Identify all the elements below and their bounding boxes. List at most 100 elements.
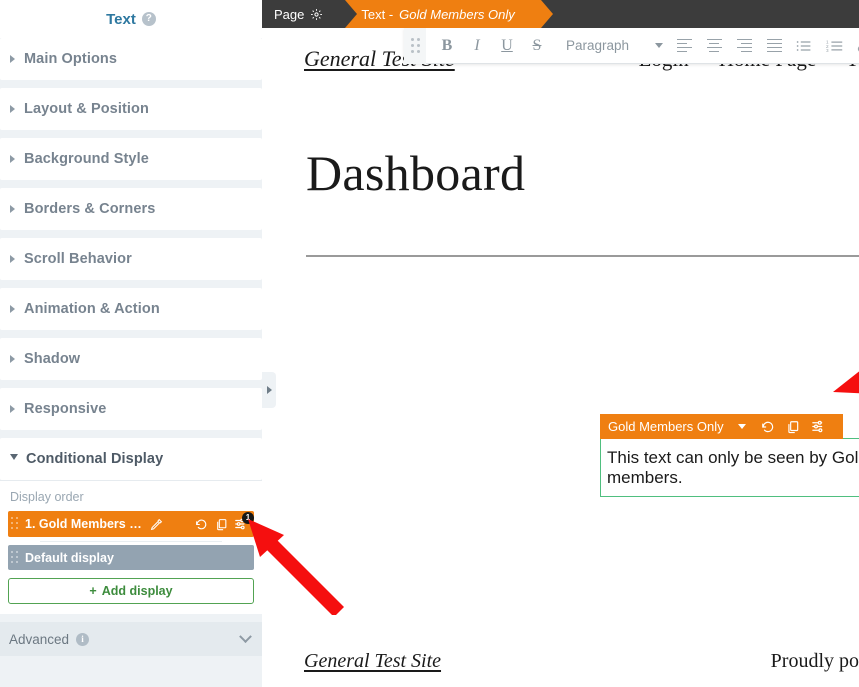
sidebar-item-background-style[interactable]: Background Style xyxy=(0,138,262,180)
sidebar-item-label: Advanced xyxy=(9,631,70,647)
plus-icon: + xyxy=(89,584,97,598)
divider xyxy=(0,480,262,481)
sidebar-item-shadow[interactable]: Shadow xyxy=(0,338,262,380)
chevron-right-icon xyxy=(10,55,15,63)
info-icon[interactable]: i xyxy=(76,632,90,646)
chevron-down-icon xyxy=(10,454,18,464)
link-button[interactable] xyxy=(849,31,859,61)
bullet-list-button[interactable] xyxy=(789,31,819,61)
paragraph-style-value: Paragraph xyxy=(566,38,630,53)
footer-credit: Proudly po xyxy=(770,649,859,672)
sidebar-item-animation-action[interactable]: Animation & Action xyxy=(0,288,262,330)
sidebar-sections: Main Options Layout & Position Backgroun… xyxy=(0,38,262,687)
status-badge: 1 xyxy=(242,512,254,524)
drag-handle-icon[interactable] xyxy=(11,517,20,531)
page-title: Text xyxy=(106,10,136,28)
svg-text:3: 3 xyxy=(826,47,829,52)
sidebar-item-label: Conditional Display xyxy=(26,451,164,467)
block-content-text[interactable]: This text can only be seen by Gold membe… xyxy=(600,439,859,497)
pencil-icon[interactable] xyxy=(148,515,166,533)
page-preview: General Test Site Login Home Page T Dash… xyxy=(262,28,859,687)
sidebar-item-borders-corners[interactable]: Borders & Corners xyxy=(0,188,262,230)
underline-button[interactable]: U xyxy=(492,31,522,61)
site-footer: General Test Site Proudly po xyxy=(262,635,859,687)
sidebar-item-responsive[interactable]: Responsive xyxy=(0,388,262,430)
tab-label: Text - xyxy=(361,6,394,22)
sidebar-item-label: Background Style xyxy=(24,151,149,167)
block-label: Gold Members Only xyxy=(608,419,724,434)
align-center-icon xyxy=(706,38,722,53)
selected-text-block: Gold Members Only This text can only be … xyxy=(600,414,859,497)
chevron-right-icon xyxy=(10,105,15,113)
align-center-button[interactable] xyxy=(699,31,729,61)
sidebar-item-label: Shadow xyxy=(24,351,81,367)
sidebar-item-label: Main Options xyxy=(24,51,118,67)
sidebar-item-layout-position[interactable]: Layout & Position xyxy=(0,88,262,130)
revert-icon[interactable] xyxy=(756,414,781,439)
settings-sidebar: Text ? Main Options Layout & Position Ba… xyxy=(0,0,262,687)
sidebar-item-label: Layout & Position xyxy=(24,101,149,117)
display-row-default[interactable]: Default display xyxy=(8,545,254,570)
block-label-bar[interactable]: Gold Members Only xyxy=(600,414,843,439)
tab-label-emphasis: Gold Members Only xyxy=(399,6,515,22)
chevron-right-icon xyxy=(10,405,15,413)
help-icon[interactable]: ? xyxy=(141,12,156,26)
sidebar-item-conditional-display[interactable]: Conditional Display xyxy=(0,438,262,480)
align-justify-button[interactable] xyxy=(759,31,789,61)
sidebar-item-label: Responsive xyxy=(24,401,107,417)
list-item-label: 1. Gold Members … xyxy=(25,517,142,531)
horizontal-rule xyxy=(306,255,859,257)
divider xyxy=(40,541,222,542)
add-display-label: Add display xyxy=(101,584,173,598)
elementor-style-editor: Text ? Main Options Layout & Position Ba… xyxy=(0,0,859,687)
tab-page[interactable]: Page xyxy=(262,0,358,28)
chevron-left-icon xyxy=(266,386,272,394)
settings-sliders-icon[interactable]: 1 xyxy=(232,512,254,533)
align-left-button[interactable] xyxy=(669,31,699,61)
align-justify-icon xyxy=(766,38,782,53)
sidebar-item-label: Borders & Corners xyxy=(24,201,156,217)
tab-text-gold-members-only[interactable]: Text - Gold Members Only xyxy=(344,0,554,28)
toolbar-drag-handle[interactable] xyxy=(404,27,426,64)
breadcrumb: Page Text - Gold Members Only xyxy=(262,0,859,28)
sidebar-item-label: Scroll Behavior xyxy=(24,251,132,267)
numbered-list-button[interactable]: 123 xyxy=(819,31,849,61)
list-item-label: Default display xyxy=(25,550,114,565)
block-top-border xyxy=(843,438,859,439)
chevron-down-icon xyxy=(655,43,664,48)
footer-site-link[interactable]: General Test Site xyxy=(304,650,441,673)
editor-canvas-area: Page Text - Gold Members Only General Te… xyxy=(248,0,859,687)
align-right-button[interactable] xyxy=(729,31,759,61)
paragraph-style-select[interactable]: Paragraph xyxy=(566,38,664,53)
chevron-right-icon xyxy=(10,355,15,363)
revert-icon[interactable] xyxy=(192,515,210,533)
sidebar-item-advanced[interactable]: Advanced i xyxy=(0,622,262,656)
chevron-down-icon[interactable] xyxy=(737,424,746,429)
tab-label: Page xyxy=(274,6,305,22)
sidebar-item-main-options[interactable]: Main Options xyxy=(0,38,262,80)
chevron-right-icon xyxy=(10,205,15,213)
display-row-gold-members[interactable]: 1. Gold Members … 1 xyxy=(8,511,254,537)
bold-button[interactable]: B xyxy=(432,31,462,61)
add-display-button[interactable]: + Add display xyxy=(8,578,254,604)
strikethrough-button[interactable]: S xyxy=(522,31,552,61)
collapse-panel-handle[interactable] xyxy=(262,372,276,408)
page-heading: Dashboard xyxy=(306,145,526,201)
italic-button[interactable]: I xyxy=(462,31,492,61)
align-left-icon xyxy=(676,38,692,53)
conditional-display-panel: Display order 1. Gold Members … 1 Defaul… xyxy=(0,480,262,614)
chevron-right-icon xyxy=(10,255,15,263)
chevron-down-icon xyxy=(239,629,252,643)
align-right-icon xyxy=(736,38,752,53)
sidebar-header: Text ? xyxy=(0,0,262,38)
settings-sliders-icon[interactable] xyxy=(806,414,831,439)
duplicate-icon[interactable] xyxy=(781,414,806,439)
display-order-label: Display order xyxy=(10,490,84,504)
gear-icon[interactable] xyxy=(310,8,323,21)
chevron-right-icon xyxy=(10,155,15,163)
sidebar-item-scroll-behavior[interactable]: Scroll Behavior xyxy=(0,238,262,280)
sidebar-item-label: Animation & Action xyxy=(24,301,160,317)
drag-handle-icon[interactable] xyxy=(11,550,20,565)
duplicate-icon[interactable] xyxy=(212,515,230,533)
chevron-right-icon xyxy=(10,305,15,313)
